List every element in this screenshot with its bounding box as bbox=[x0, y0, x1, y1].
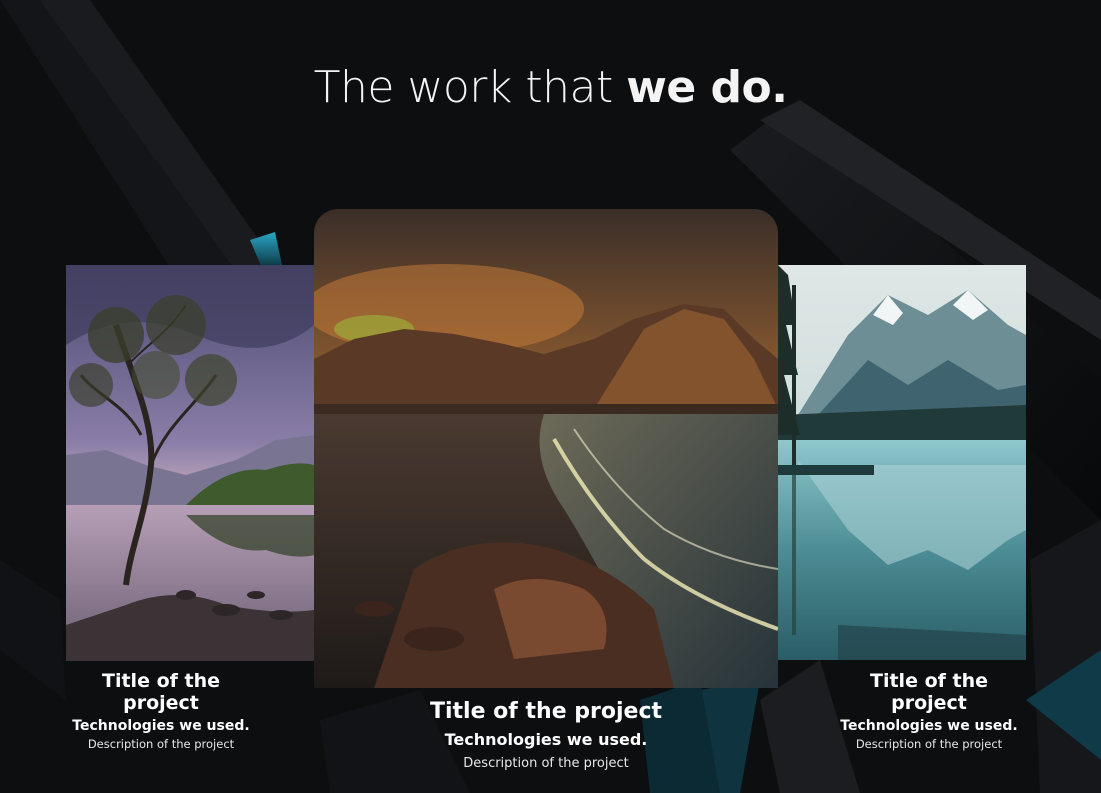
heading-light-text: The work that bbox=[313, 62, 627, 113]
heading-bold-text: we do. bbox=[626, 62, 788, 113]
project-card-right[interactable]: Title of the project Technologies we use… bbox=[778, 265, 1026, 751]
project-technologies: Technologies we used. bbox=[444, 730, 648, 749]
project-title: Title of the project bbox=[870, 670, 988, 714]
project-caption: Title of the project Technologies we use… bbox=[834, 670, 1024, 752]
project-card-center[interactable]: Title of the project Technologies we use… bbox=[314, 209, 778, 789]
project-title: Title of the project bbox=[102, 670, 220, 714]
project-image-mountain-beach bbox=[314, 209, 778, 688]
project-description: Description of the project bbox=[463, 756, 629, 771]
project-description: Description of the project bbox=[87, 737, 235, 751]
project-technologies: Technologies we used. bbox=[72, 718, 250, 734]
section-heading: The work that we do. bbox=[0, 62, 1101, 113]
project-description: Description of the project bbox=[855, 737, 1003, 751]
project-image-alpine-lake bbox=[778, 265, 1026, 660]
project-caption: Title of the project Technologies we use… bbox=[314, 699, 778, 773]
project-card-left[interactable]: Title of the project Technologies we use… bbox=[66, 265, 314, 751]
project-title: Title of the project bbox=[429, 699, 663, 724]
project-caption: Title of the project Technologies we use… bbox=[66, 670, 256, 752]
project-technologies: Technologies we used. bbox=[840, 718, 1018, 734]
project-image-lone-tree bbox=[66, 265, 314, 661]
